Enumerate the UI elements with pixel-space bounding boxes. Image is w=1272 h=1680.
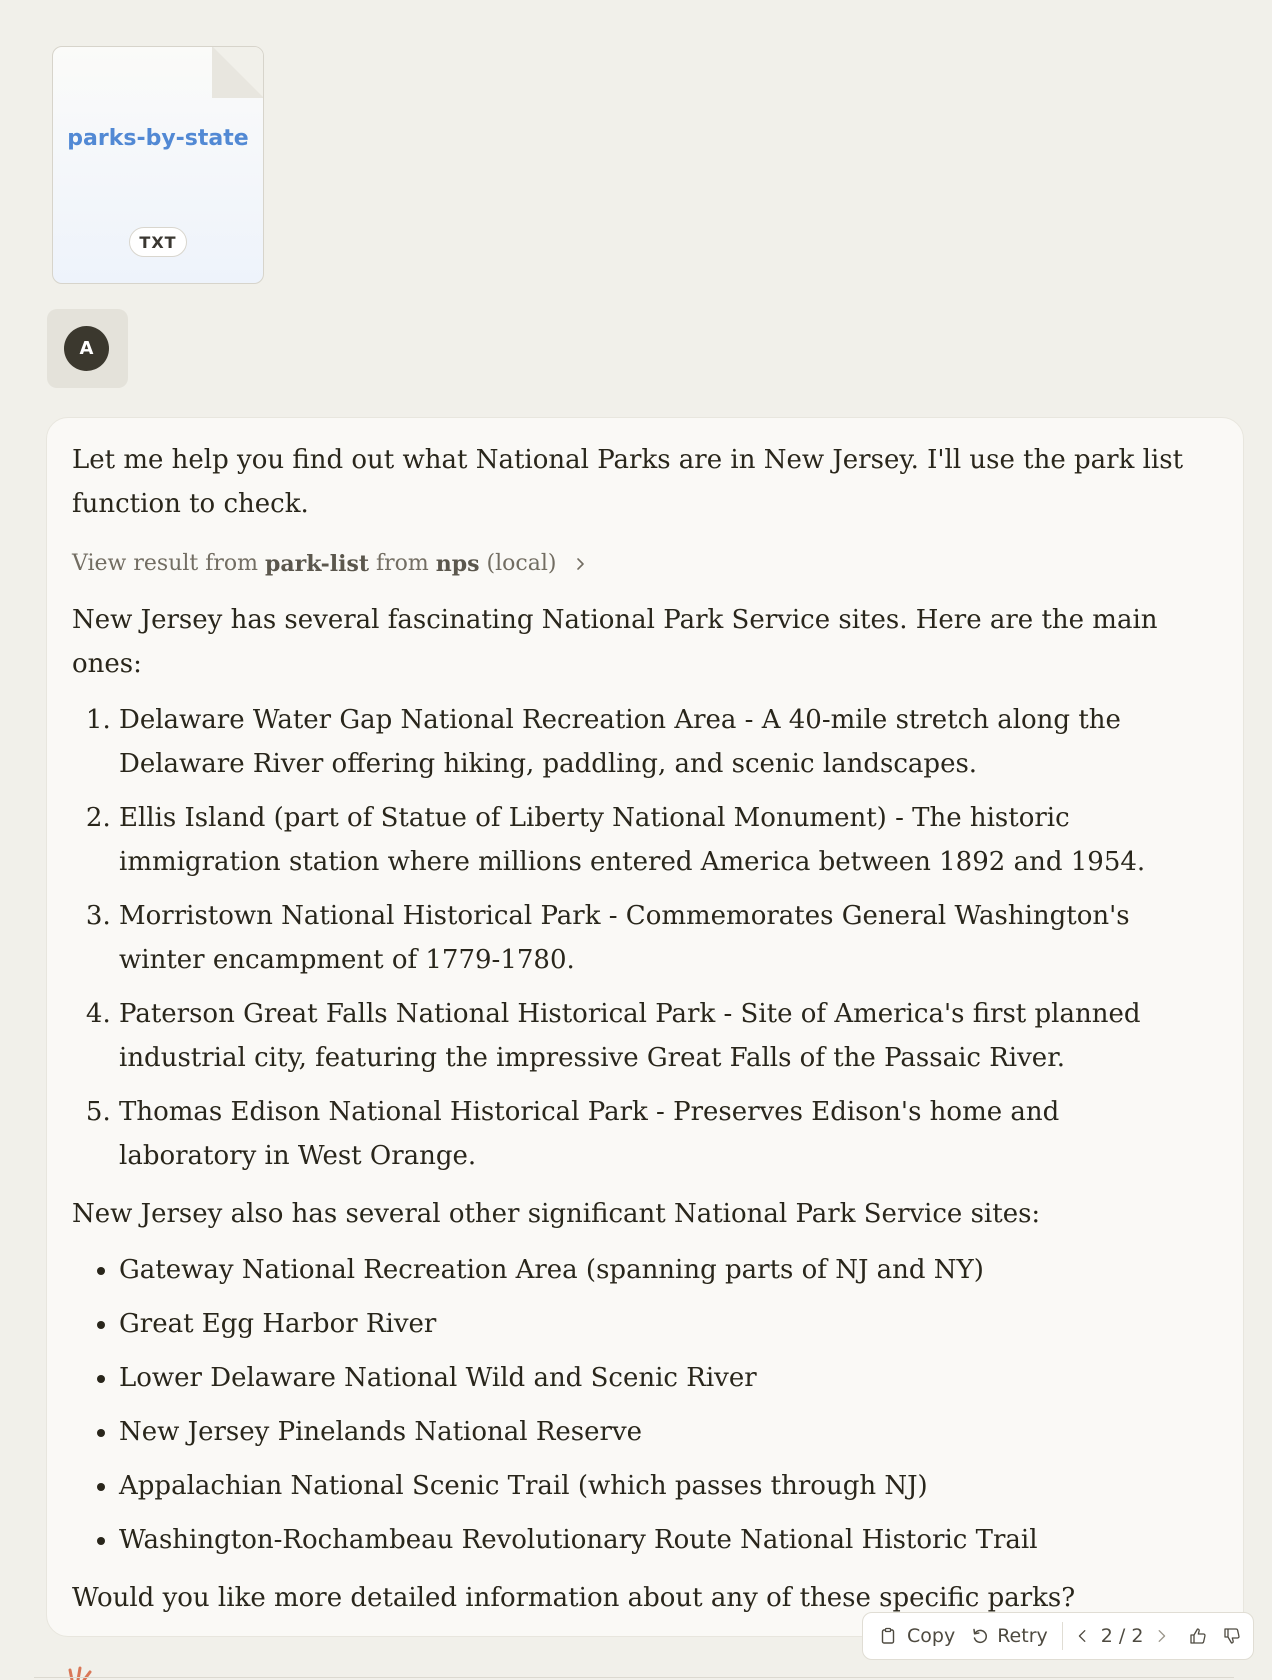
list-item: Thomas Edison National Historical Park -…	[119, 1090, 1202, 1178]
thumbs-down-button[interactable]	[1223, 1627, 1241, 1645]
list-item: Gateway National Recreation Area (spanni…	[119, 1248, 1202, 1292]
version-pager: 2 / 2	[1075, 1625, 1170, 1647]
avatar: A	[64, 326, 109, 371]
tool-result-link[interactable]: View result from park-list from nps (loc…	[72, 544, 1202, 584]
copy-label: Copy	[907, 1625, 956, 1647]
list-item: Lower Delaware National Wild and Scenic …	[119, 1356, 1202, 1400]
list-item: Great Egg Harbor River	[119, 1302, 1202, 1346]
thumbs-up-button[interactable]	[1189, 1627, 1207, 1645]
tool-result-prefix: View result from	[72, 551, 259, 576]
message-action-bar: Copy Retry 2 / 2	[862, 1612, 1254, 1660]
file-name: parks-by-state	[67, 126, 249, 151]
list-item: Washington-Rochambeau Revolutionary Rout…	[119, 1518, 1202, 1562]
file-attachment-card[interactable]: parks-by-state TXT	[52, 46, 264, 284]
assistant-response: Let me help you find out what National P…	[46, 417, 1244, 1637]
tool-from-word: from	[376, 551, 429, 576]
thumbs-down-icon	[1224, 1628, 1241, 1644]
version-counter: 2 / 2	[1100, 1625, 1144, 1647]
main-parks-intro: New Jersey has several fascinating Natio…	[72, 605, 1158, 679]
other-sites-list: Gateway National Recreation Area (spanni…	[72, 1248, 1202, 1562]
thumbs-up-icon	[1190, 1628, 1207, 1644]
list-item: Appalachian National Scenic Trail (which…	[119, 1464, 1202, 1508]
list-item: Ellis Island (part of Statue of Liberty …	[119, 796, 1202, 884]
clipboard-icon	[881, 1627, 895, 1644]
tool-name: park-list	[265, 551, 369, 577]
tool-server: nps	[435, 551, 480, 577]
list-item: Paterson Great Falls National Historical…	[119, 992, 1202, 1080]
chevron-right-icon	[577, 558, 585, 570]
main-parks-list: Delaware Water Gap National Recreation A…	[72, 698, 1202, 1178]
file-type-badge: TXT	[129, 227, 187, 257]
user-message-bubble: A	[47, 309, 128, 388]
retry-icon	[973, 1628, 988, 1644]
chevron-left-icon[interactable]	[1075, 1627, 1091, 1645]
tool-server-suffix: (local)	[486, 551, 557, 576]
file-fold-corner	[212, 47, 263, 98]
retry-button[interactable]: Retry	[971, 1625, 1048, 1647]
chevron-right-icon[interactable]	[1153, 1627, 1169, 1645]
chat-page: parks-by-state TXT A Let me help you fin…	[0, 0, 1272, 1680]
copy-button[interactable]: Copy	[879, 1625, 955, 1647]
retry-label: Retry	[997, 1625, 1048, 1647]
list-item: New Jersey Pinelands National Reserve	[119, 1410, 1202, 1454]
other-sites-intro: New Jersey also has several other signif…	[72, 1199, 1041, 1229]
list-item: Morristown National Historical Park - Co…	[119, 894, 1202, 982]
list-item: Delaware Water Gap National Recreation A…	[119, 698, 1202, 786]
divider	[1061, 1622, 1063, 1650]
response-intro: Let me help you find out what National P…	[72, 445, 1184, 519]
